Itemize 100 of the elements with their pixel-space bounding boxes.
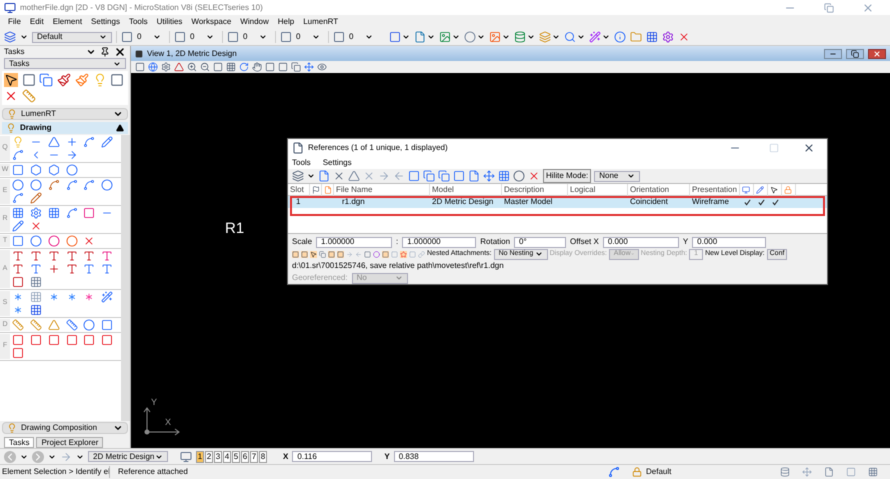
box-icon[interactable] bbox=[101, 319, 114, 331]
frame-icon[interactable] bbox=[101, 334, 114, 346]
text-icon[interactable] bbox=[83, 263, 96, 275]
caret-icon[interactable] bbox=[477, 33, 485, 41]
picture-icon[interactable] bbox=[439, 31, 451, 43]
move-icon[interactable] bbox=[483, 170, 495, 182]
zoom-in-icon[interactable] bbox=[187, 62, 197, 72]
grid-icon[interactable] bbox=[646, 31, 658, 43]
rotate-icon[interactable] bbox=[239, 62, 249, 72]
frame-icon[interactable] bbox=[30, 334, 42, 346]
menu-item[interactable]: Settings bbox=[322, 157, 352, 169]
zoom-out-icon[interactable] bbox=[200, 62, 210, 72]
text-icon[interactable] bbox=[101, 263, 114, 275]
curve-icon[interactable] bbox=[83, 136, 96, 148]
close-circle-icon[interactable] bbox=[678, 31, 690, 43]
check-icon[interactable] bbox=[758, 198, 764, 206]
view-toggle[interactable]: 5 bbox=[232, 450, 240, 462]
square-icon[interactable] bbox=[389, 31, 401, 43]
rectangle-icon[interactable] bbox=[12, 164, 24, 176]
scrollbar[interactable] bbox=[121, 135, 130, 421]
square-icon[interactable] bbox=[278, 62, 288, 72]
pencil-icon[interactable] bbox=[30, 192, 42, 204]
caret-icon[interactable] bbox=[452, 33, 460, 41]
lock-icon[interactable] bbox=[632, 467, 642, 477]
gear-icon[interactable] bbox=[662, 31, 674, 43]
level-dropdown[interactable]: Default bbox=[32, 32, 112, 42]
circle-icon[interactable] bbox=[12, 179, 24, 191]
square-icon[interactable] bbox=[453, 170, 465, 182]
menu-item[interactable]: Edit bbox=[30, 16, 44, 28]
polygon-icon[interactable] bbox=[30, 164, 42, 176]
caret-icon[interactable] bbox=[402, 33, 410, 41]
menu-item[interactable]: Settings bbox=[91, 16, 120, 28]
tasks-dropdown[interactable]: Tasks bbox=[4, 58, 126, 69]
cross-icon[interactable] bbox=[528, 170, 540, 182]
menu-item[interactable]: Tools bbox=[128, 16, 148, 28]
y-coordinate-field[interactable]: 0.838 bbox=[394, 451, 474, 462]
menu-item[interactable]: Workspace bbox=[191, 16, 232, 28]
restore-button[interactable] bbox=[846, 48, 864, 58]
text-icon[interactable] bbox=[48, 250, 60, 262]
circle-icon[interactable] bbox=[48, 235, 60, 247]
square-icon[interactable] bbox=[408, 170, 420, 182]
frame-icon[interactable] bbox=[12, 334, 24, 346]
column-header[interactable]: Logical bbox=[570, 184, 596, 196]
view-toggle[interactable]: 2 bbox=[205, 450, 213, 462]
model-dropdown[interactable]: 2D Metric Design bbox=[88, 451, 168, 462]
copy-icon[interactable] bbox=[319, 250, 326, 258]
square-icon[interactable] bbox=[328, 250, 335, 258]
attribute-dropdown[interactable]: 0 bbox=[328, 31, 377, 43]
pin-icon[interactable] bbox=[100, 47, 110, 57]
square-icon[interactable] bbox=[337, 250, 344, 258]
close-button[interactable] bbox=[868, 48, 886, 58]
scale-field[interactable]: 1.000000 bbox=[402, 236, 476, 248]
scale-field[interactable]: 1.000000 bbox=[316, 236, 392, 248]
arrow-icon[interactable] bbox=[66, 149, 78, 161]
circle-icon[interactable] bbox=[30, 235, 42, 247]
grid-icon[interactable] bbox=[498, 170, 510, 182]
copy-icon[interactable] bbox=[291, 62, 301, 72]
text-icon[interactable] bbox=[12, 263, 24, 275]
panel-tab[interactable]: Tasks bbox=[4, 437, 34, 448]
copy-icon[interactable] bbox=[438, 170, 450, 182]
attribute-dropdown[interactable]: 0 bbox=[275, 31, 324, 43]
plus-icon[interactable] bbox=[66, 136, 78, 148]
views-icon[interactable] bbox=[180, 450, 192, 462]
caret-icon[interactable] bbox=[427, 33, 435, 41]
monitor-icon[interactable] bbox=[742, 186, 750, 194]
pointer-icon[interactable] bbox=[310, 250, 317, 258]
copy-icon[interactable] bbox=[423, 170, 435, 182]
lock-icon[interactable] bbox=[784, 186, 792, 194]
view-toggle[interactable]: 8 bbox=[259, 450, 267, 462]
document-icon[interactable] bbox=[324, 186, 332, 194]
grid-icon[interactable] bbox=[868, 467, 878, 477]
grid-icon[interactable] bbox=[226, 62, 236, 72]
layers-icon[interactable] bbox=[4, 31, 16, 43]
x-coordinate-field[interactable]: 0.116 bbox=[292, 451, 372, 462]
wand-icon[interactable] bbox=[589, 31, 601, 43]
view-toggle[interactable]: 7 bbox=[250, 450, 258, 462]
triangle-icon[interactable] bbox=[348, 170, 360, 182]
grid-icon[interactable] bbox=[30, 304, 42, 316]
eye-icon[interactable] bbox=[317, 62, 327, 72]
star-icon[interactable] bbox=[400, 250, 407, 258]
attribute-dropdown[interactable]: 0 bbox=[116, 31, 165, 43]
pointer-icon[interactable] bbox=[770, 186, 778, 194]
document-icon[interactable] bbox=[468, 170, 480, 182]
composition-section-header[interactable]: Drawing Composition bbox=[2, 422, 128, 434]
text-icon[interactable] bbox=[83, 250, 96, 262]
close-icon[interactable] bbox=[803, 142, 815, 154]
hatch-icon[interactable] bbox=[48, 207, 60, 219]
menu-item[interactable]: Help bbox=[278, 16, 294, 28]
move-icon[interactable] bbox=[304, 62, 314, 72]
circle-icon[interactable] bbox=[66, 164, 78, 176]
document-icon[interactable] bbox=[414, 31, 426, 43]
pencil-icon[interactable] bbox=[12, 220, 24, 232]
square-icon[interactable] bbox=[382, 250, 389, 258]
ruler-icon[interactable] bbox=[12, 319, 24, 331]
ruler-icon[interactable] bbox=[66, 319, 78, 331]
square-icon[interactable] bbox=[213, 62, 223, 72]
circle-icon[interactable] bbox=[373, 250, 380, 258]
column-header[interactable]: Description bbox=[504, 184, 544, 196]
menu-item[interactable]: Element bbox=[52, 16, 82, 28]
view-toggle[interactable]: 6 bbox=[241, 450, 249, 462]
